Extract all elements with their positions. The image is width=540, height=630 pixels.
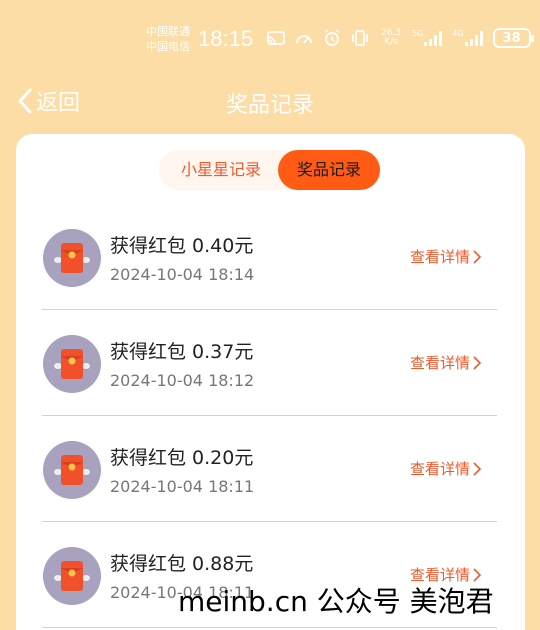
red-packet-icon xyxy=(54,455,90,485)
signal-1-label: 5G xyxy=(412,29,424,38)
nav-bar: 返回 奖品记录 xyxy=(0,75,540,125)
view-detail-link[interactable]: 查看详情 xyxy=(410,246,481,267)
list-item: 获得红包 0.20元 2024-10-04 18:11 查看详情 xyxy=(42,416,497,522)
carrier-info: 中国联通 中国电信 xyxy=(146,24,190,54)
carrier-1: 中国联通 xyxy=(146,25,190,38)
chevron-right-icon xyxy=(473,249,481,264)
record-title: 获得红包 0.88元 xyxy=(110,553,254,575)
red-packet-icon xyxy=(54,561,90,591)
red-packet-avatar xyxy=(43,335,101,393)
signal-2: 4G xyxy=(452,30,484,46)
view-detail-label: 查看详情 xyxy=(409,248,470,266)
records-card: 小星星记录 奖品记录 获得红包 0.40元 2024-10-04 18:14 查… xyxy=(16,134,525,630)
list-item: 获得红包 0.40元 2024-10-04 18:14 查看详情 xyxy=(42,204,497,310)
net-speed-unit: K/s xyxy=(384,37,398,47)
signal-2-label: 4G xyxy=(452,29,464,38)
record-title: 获得红包 0.20元 xyxy=(110,447,254,469)
vibrate-icon xyxy=(352,30,368,46)
chevron-right-icon xyxy=(473,355,481,370)
red-packet-icon xyxy=(54,243,90,273)
record-time: 2024-10-04 18:11 xyxy=(110,477,255,496)
status-icons: 26.3 K/s 5G 4G 38 xyxy=(266,28,534,48)
tab-prize-records[interactable]: 奖品记录 xyxy=(278,150,380,190)
view-detail-label: 查看详情 xyxy=(409,460,470,478)
clock: 18:15 xyxy=(198,26,254,51)
signal-1: 5G xyxy=(412,30,444,46)
red-packet-avatar xyxy=(43,441,101,499)
battery-indicator: 38 xyxy=(492,28,534,48)
record-title: 获得红包 0.40元 xyxy=(110,235,254,257)
cast-icon xyxy=(267,31,285,45)
record-list: 获得红包 0.40元 2024-10-04 18:14 查看详情 获得红包 0.… xyxy=(42,204,497,628)
list-item: 获得红包 0.37元 2024-10-04 18:12 查看详情 xyxy=(42,310,497,416)
record-time: 2024-10-04 18:12 xyxy=(110,371,255,390)
record-time: 2024-10-04 18:14 xyxy=(110,265,255,284)
tab-star-records[interactable]: 小星星记录 xyxy=(165,150,277,190)
speedometer-icon xyxy=(296,35,312,44)
view-detail-link[interactable]: 查看详情 xyxy=(410,352,481,373)
red-packet-avatar xyxy=(43,229,101,287)
alarm-icon xyxy=(324,29,340,46)
page-title: 奖品记录 xyxy=(225,93,314,118)
signal-icon xyxy=(464,31,483,46)
net-speed: 26.3 K/s xyxy=(378,29,404,47)
status-bar: 中国联通 中国电信 18:15 26.3 K/s 5G 4G 38 xyxy=(0,22,540,62)
view-detail-label: 查看详情 xyxy=(409,354,470,372)
red-packet-avatar xyxy=(43,547,101,605)
chevron-right-icon xyxy=(473,461,481,476)
carrier-2: 中国电信 xyxy=(146,40,190,53)
red-packet-icon xyxy=(54,349,90,379)
watermark-text: meinb.cn 公众号 美泡君 xyxy=(178,585,494,618)
signal-icon xyxy=(424,31,443,46)
view-detail-link[interactable]: 查看详情 xyxy=(410,458,481,479)
tab-switcher: 小星星记录 奖品记录 xyxy=(159,150,381,190)
record-title: 获得红包 0.37元 xyxy=(110,341,254,363)
